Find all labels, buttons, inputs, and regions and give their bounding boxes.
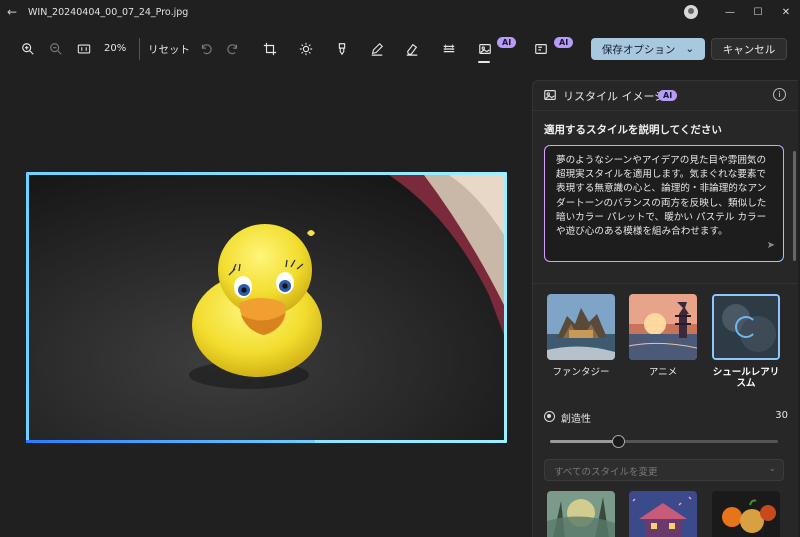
reset-button[interactable]: リセット [148, 42, 190, 57]
background-blur-icon[interactable] [436, 36, 462, 62]
style-thumbnail[interactable] [629, 491, 697, 537]
send-icon[interactable]: ➤ [767, 239, 775, 253]
close-button[interactable]: ✕ [772, 7, 800, 18]
panel-header: リスタイル イメージ AI i [533, 81, 798, 111]
avatar[interactable] [684, 5, 698, 19]
zoom-out-icon[interactable] [43, 36, 69, 62]
style-prompt-field[interactable]: 夢のようなシーンやアイデアの見た目や雰囲気の超現実スタイルを適用します。気まぐれ… [544, 145, 784, 262]
active-tab-indicator [478, 61, 490, 63]
toolbar-divider [139, 38, 140, 60]
target-icon [544, 411, 555, 422]
undo-icon[interactable] [193, 36, 219, 62]
window-controls: — ☐ ✕ [684, 0, 800, 24]
actual-size-icon[interactable] [71, 36, 97, 62]
dropdown-placeholder: すべてのスタイルを変更 [554, 467, 658, 478]
creativity-label: 創造性 [561, 414, 591, 425]
panel-divider [533, 283, 798, 284]
toolbar: 20% リセット AI AI 保存オプション ⌄ キャンセル [0, 30, 800, 68]
zoom-level: 20% [104, 43, 127, 54]
back-arrow-icon[interactable]: ← [0, 5, 24, 19]
loading-spinner-icon [735, 316, 757, 338]
photo [29, 175, 504, 440]
save-options-button[interactable]: 保存オプション ⌄ [591, 38, 705, 60]
style-label: アニメ [648, 367, 678, 378]
image-canvas [0, 68, 532, 537]
filter-icon[interactable] [329, 36, 355, 62]
style-label: シュールレアリスム [712, 367, 780, 389]
erase-icon[interactable] [399, 36, 425, 62]
generative-erase-icon[interactable] [528, 36, 554, 62]
slider-fill [550, 440, 619, 443]
restyle-image-icon[interactable] [472, 36, 498, 62]
creativity-control: 創造性 30 [544, 410, 788, 451]
photo-selection-frame[interactable] [26, 172, 507, 443]
zoom-in-icon[interactable] [15, 36, 41, 62]
ai-badge: AI [554, 37, 574, 48]
style-thumbnail[interactable] [547, 491, 615, 537]
markup-pen-icon[interactable] [364, 36, 390, 62]
style-label: ファンタジー [552, 367, 610, 378]
cancel-button[interactable]: キャンセル [711, 38, 787, 60]
brightness-icon[interactable] [293, 36, 319, 62]
style-card-surrealism[interactable]: シュールレアリスム [712, 294, 780, 389]
style-card-fantasy[interactable]: ファンタジー [547, 294, 615, 378]
restyle-image-icon [543, 88, 557, 102]
panel-scrollbar[interactable] [793, 151, 796, 261]
slider-thumb[interactable] [613, 436, 625, 447]
style-thumbnail[interactable] [712, 491, 780, 537]
cancel-label: キャンセル [722, 43, 776, 56]
style-prompt-text[interactable]: 夢のようなシーンやアイデアの見た目や雰囲気の超現実スタイルを適用します。気まぐれ… [556, 155, 766, 237]
title-bar: ← WIN_20240404_00_07_24_Pro.jpg — ☐ ✕ [0, 0, 800, 24]
panel-title: リスタイル イメージ [563, 90, 666, 103]
style-gallery [547, 491, 783, 537]
ai-badge: AI [497, 37, 517, 48]
style-presets: ファンタジー アニメ シュールレアリスム [547, 294, 783, 394]
creativity-slider[interactable] [550, 436, 778, 447]
minimize-button[interactable]: — [716, 7, 744, 18]
creativity-value: 30 [775, 410, 788, 421]
prompt-heading: 適用するスタイルを説明してください [544, 124, 722, 136]
style-card-anime[interactable]: アニメ [629, 294, 697, 378]
surrealism-thumbnail [712, 294, 780, 360]
all-styles-dropdown[interactable]: すべてのスタイルを変更 ⌄ [544, 459, 784, 481]
window-title: WIN_20240404_00_07_24_Pro.jpg [28, 6, 189, 18]
save-options-label: 保存オプション [601, 43, 676, 56]
maximize-button[interactable]: ☐ [744, 7, 772, 18]
info-icon[interactable]: i [773, 88, 786, 101]
chevron-down-icon: ⌄ [685, 43, 695, 55]
ai-badge: AI [658, 90, 678, 101]
fantasy-thumbnail [547, 294, 615, 360]
chevron-down-icon: ⌄ [768, 464, 776, 474]
redo-icon[interactable] [220, 36, 246, 62]
crop-icon[interactable] [257, 36, 283, 62]
restyle-panel: リスタイル イメージ AI i 適用するスタイルを説明してください 夢のようなシ… [532, 80, 798, 537]
anime-thumbnail [629, 294, 697, 360]
rubber-duck-photo [29, 175, 504, 440]
